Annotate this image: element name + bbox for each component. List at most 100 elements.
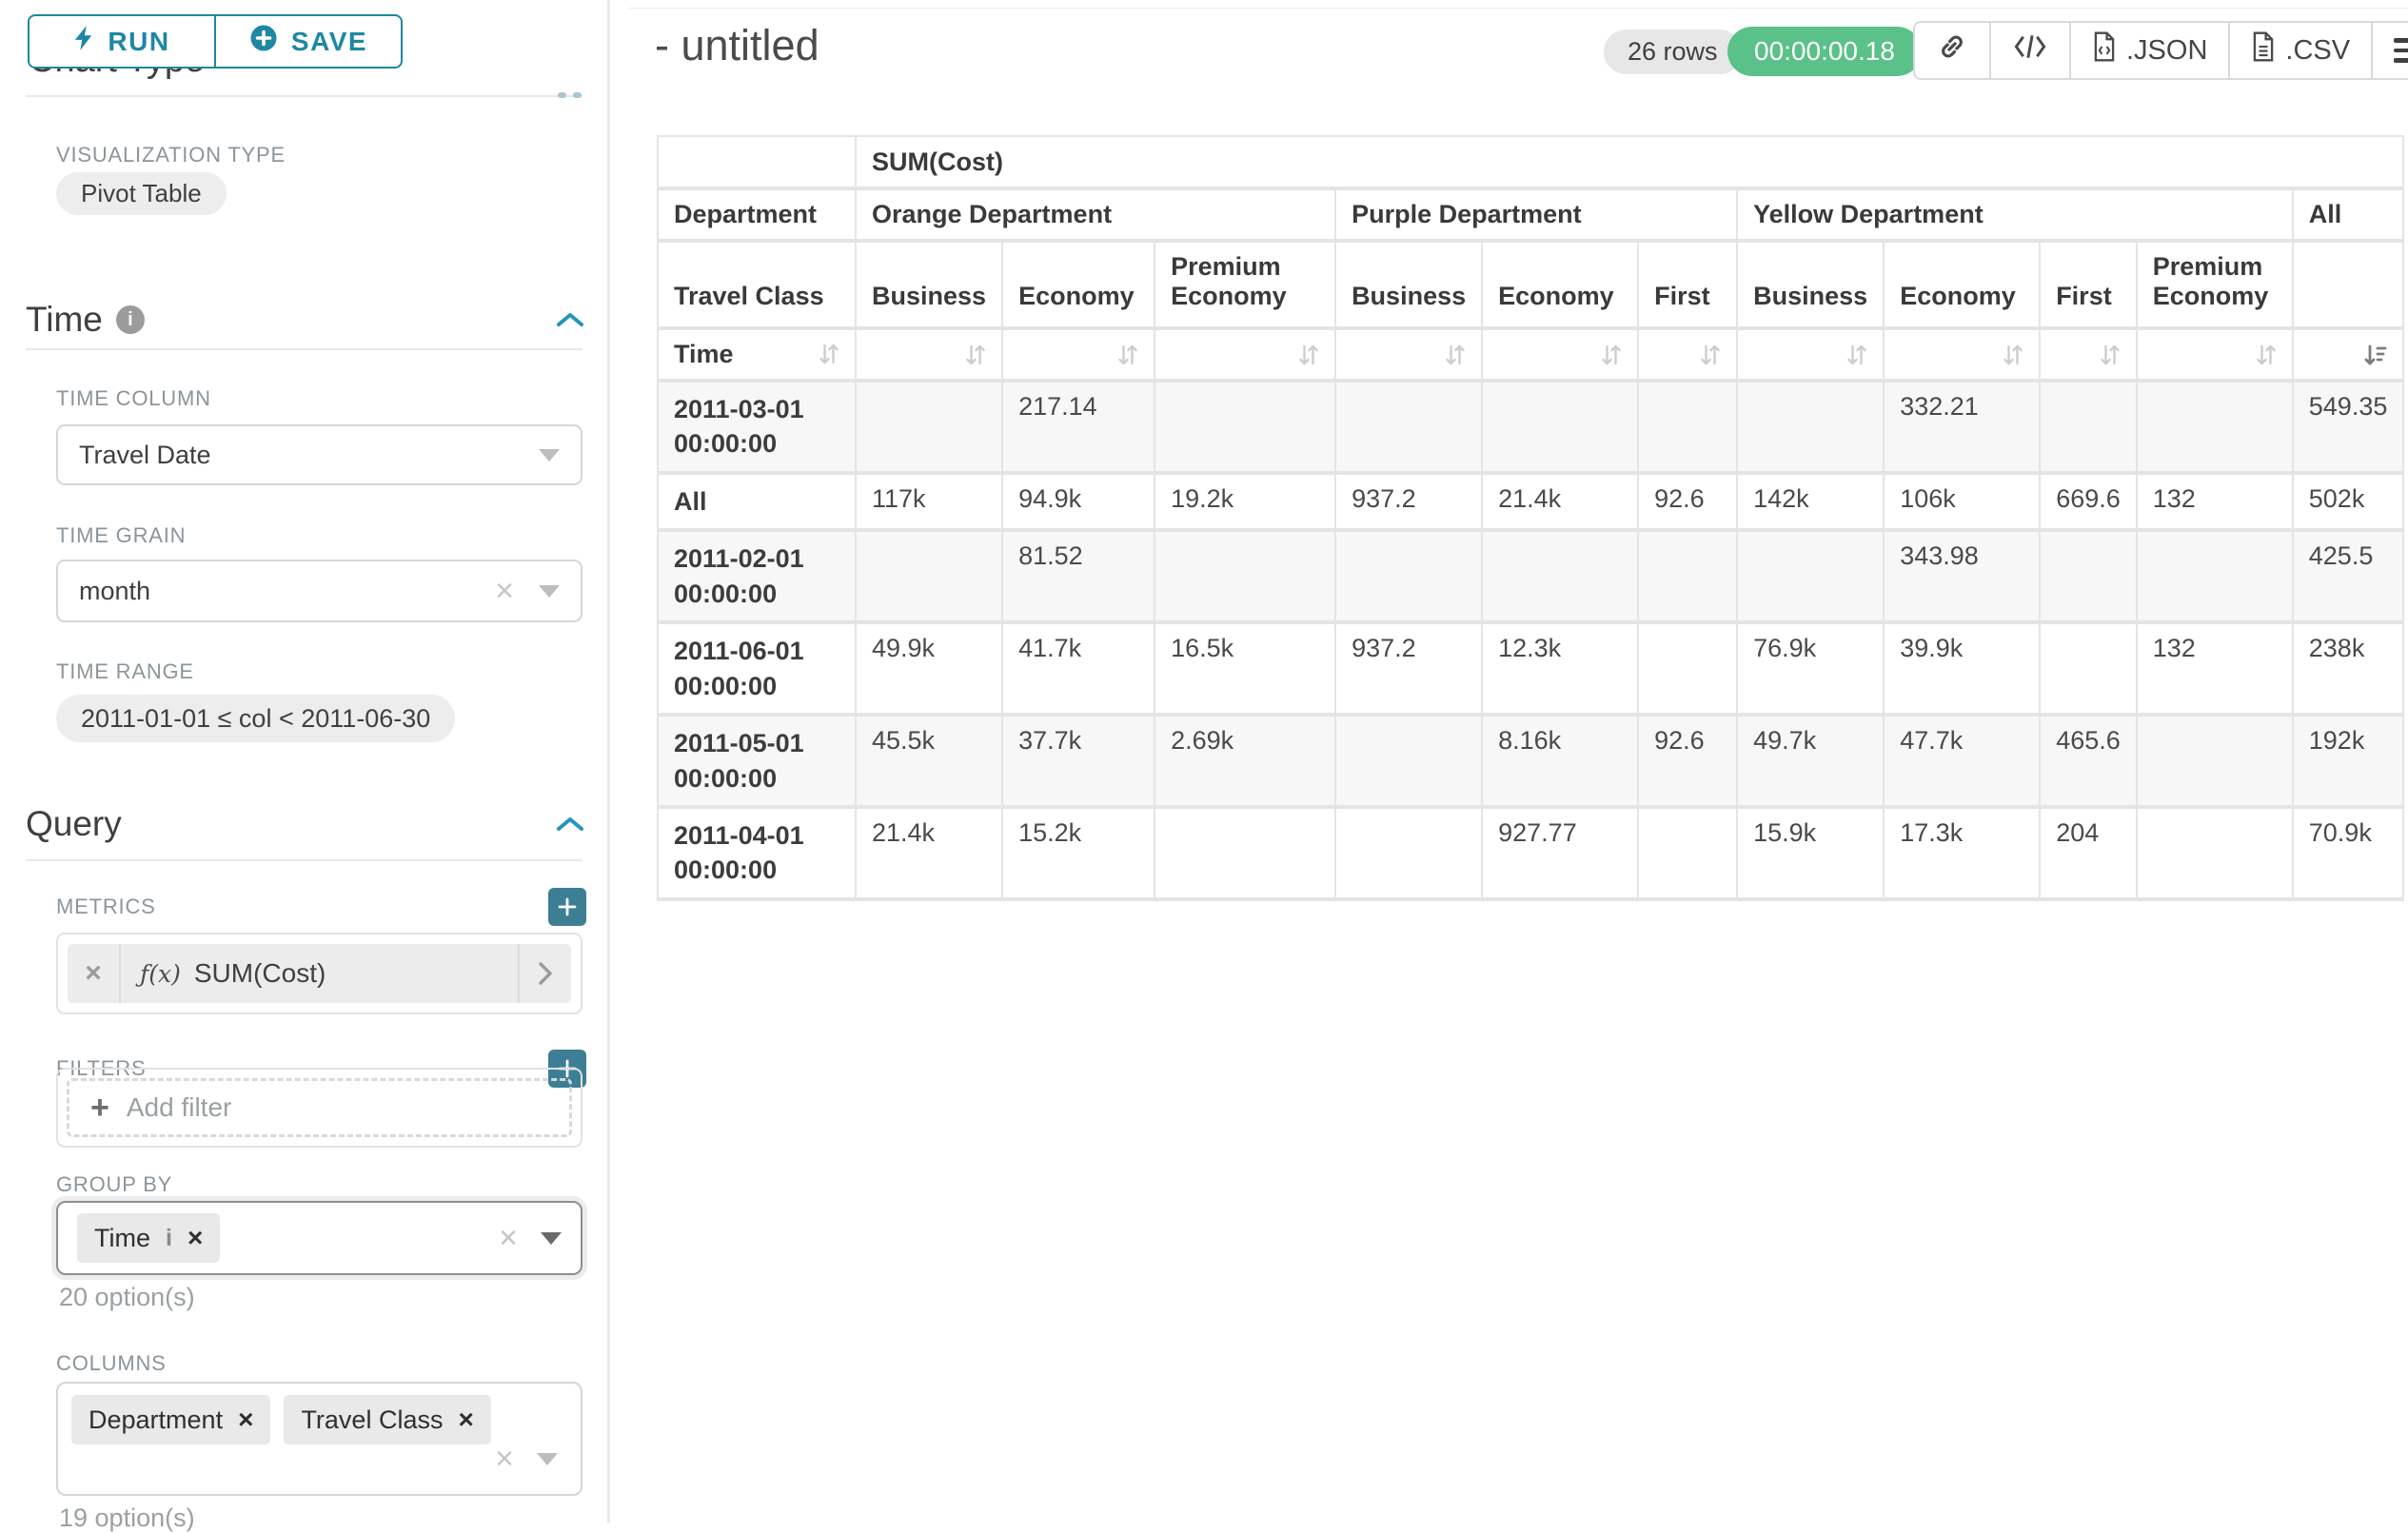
group-by-select[interactable]: Time i × × [56, 1201, 582, 1275]
pivot-class-header: Economy [1482, 241, 1638, 328]
visualization-type-value[interactable]: Pivot Table [56, 172, 227, 215]
time-column-select[interactable]: Travel Date [56, 424, 582, 485]
pivot-group-header: Yellow Department [1737, 188, 2293, 241]
pivot-value-cell: 12.3k [1482, 622, 1638, 715]
pivot-sort-header[interactable] [1737, 328, 1884, 381]
remove-chip-icon[interactable]: × [188, 1223, 203, 1253]
clear-x-icon[interactable]: × [495, 575, 514, 607]
time-grain-select[interactable]: month × [56, 560, 582, 622]
pivot-sort-header[interactable] [1335, 328, 1482, 381]
time-column-label: TIME COLUMN [56, 386, 211, 411]
clear-x-icon[interactable]: × [499, 1222, 518, 1254]
chevron-up-icon[interactable] [555, 816, 585, 837]
pivot-value-cell [1482, 381, 1638, 473]
pivot-value-cell: 502k [2293, 473, 2404, 530]
info-icon: i [166, 1225, 172, 1252]
run-save-button-group: RUN SAVE [28, 14, 403, 69]
pivot-row-label: 2011-04-01 00:00:00 [658, 807, 856, 899]
link-icon [1936, 30, 1968, 70]
remove-chip-icon[interactable]: × [238, 1405, 253, 1435]
pivot-class-header: First [2040, 241, 2137, 328]
pivot-value-cell [2137, 715, 2293, 807]
columns-select[interactable]: Department × Travel Class × × [56, 1382, 582, 1496]
time-range-value[interactable]: 2011-01-01 ≤ col < 2011-06-30 [56, 695, 455, 742]
pivot-row-label: 2011-06-01 00:00:00 [658, 622, 856, 715]
pivot-sort-header[interactable] [1155, 328, 1335, 381]
pivot-row-dim-sort-header[interactable]: Time [658, 328, 856, 381]
add-filter-placeholder: Add filter [127, 1092, 232, 1123]
pivot-value-cell: 117k [856, 473, 1002, 530]
sort-desc-icon [2363, 343, 2387, 368]
pivot-value-cell: 19.2k [1155, 473, 1335, 530]
share-link-button[interactable] [1915, 23, 1989, 78]
pivot-row-label: 2011-05-01 00:00:00 [658, 715, 856, 807]
add-metric-button[interactable] [548, 888, 586, 926]
pivot-data-row: 2011-03-01 00:00:00217.14332.21549.35 [658, 381, 2403, 473]
pivot-sort-header[interactable] [1482, 328, 1638, 381]
columns-chip-department[interactable]: Department × [71, 1395, 270, 1445]
chevron-right-icon[interactable] [518, 944, 571, 1003]
columns-option-count: 19 option(s) [59, 1504, 195, 1533]
pivot-table: SUM(Cost)DepartmentOrange DepartmentPurp… [657, 135, 2404, 901]
embed-code-button[interactable] [1989, 23, 2069, 78]
pivot-value-cell [1737, 530, 1884, 622]
pivot-value-cell [2040, 381, 2137, 473]
group-by-option-count: 20 option(s) [59, 1283, 195, 1312]
clear-x-icon[interactable]: × [495, 1443, 514, 1475]
run-button-label: RUN [108, 27, 169, 57]
pivot-value-cell: 8.16k [1482, 715, 1638, 807]
pivot-value-cell: 92.6 [1638, 473, 1737, 530]
pivot-value-cell: 132 [2137, 622, 2293, 715]
info-icon[interactable]: i [116, 305, 145, 334]
pivot-value-cell: 39.9k [1884, 622, 2040, 715]
pivot-sort-header[interactable] [1884, 328, 2040, 381]
pivot-value-cell [1638, 622, 1737, 715]
metric-chip[interactable]: × ƒ(x) SUM(Cost) [68, 944, 571, 1003]
pivot-sort-header[interactable] [1002, 328, 1155, 381]
pivot-value-cell [1155, 807, 1335, 899]
export-csv-button[interactable]: .CSV [2228, 23, 2371, 78]
remove-metric-icon[interactable]: × [68, 944, 121, 1003]
pivot-value-cell [856, 530, 1002, 622]
pivot-sort-header[interactable] [2293, 328, 2404, 381]
save-button[interactable]: SAVE [214, 16, 401, 67]
sort-arrows-icon [1846, 343, 1867, 368]
pivot-value-cell: 81.52 [1002, 530, 1155, 622]
pivot-group-header: All [2293, 188, 2404, 241]
remove-chip-icon[interactable]: × [458, 1405, 473, 1435]
caret-down-icon[interactable] [539, 585, 560, 598]
chart-panel: - untitled 26 rows 00:00:00.18 .JSON [610, 0, 2408, 1523]
time-grain-label: TIME GRAIN [56, 523, 186, 548]
sort-arrows-icon [2256, 343, 2277, 368]
pivot-value-cell: 49.7k [1737, 715, 1884, 807]
pivot-value-cell [1335, 530, 1482, 622]
pivot-value-cell: 669.6 [2040, 473, 2137, 530]
caret-down-icon[interactable] [539, 449, 560, 462]
pivot-value-cell [1638, 530, 1737, 622]
pivot-sort-header[interactable] [856, 328, 1002, 381]
menu-button[interactable] [2371, 23, 2408, 78]
pivot-value-cell [1737, 381, 1884, 473]
columns-chip-travel-class[interactable]: Travel Class × [284, 1395, 490, 1445]
pivot-group-header: Orange Department [856, 188, 1335, 241]
pivot-value-cell: 204 [2040, 807, 2137, 899]
caret-down-icon[interactable] [541, 1232, 562, 1245]
group-by-chip-time[interactable]: Time i × [77, 1213, 220, 1263]
pivot-corner-cell [658, 136, 856, 188]
chevron-up-icon[interactable] [555, 311, 585, 333]
export-csv-label: .CSV [2285, 35, 2350, 67]
export-json-label: .JSON [2126, 35, 2207, 67]
run-button[interactable]: RUN [30, 16, 214, 67]
pivot-class-header: Economy [1884, 241, 2040, 328]
pivot-value-cell: 927.77 [1482, 807, 1638, 899]
sort-arrows-icon [1117, 343, 1138, 368]
chart-type-collapse-icon[interactable] [558, 86, 588, 103]
export-json-button[interactable]: .JSON [2069, 23, 2228, 78]
pivot-value-cell: 2.69k [1155, 715, 1335, 807]
pivot-sort-header[interactable] [1638, 328, 1737, 381]
add-filter-dropzone[interactable]: + Add filter [67, 1078, 572, 1137]
pivot-value-cell: 106k [1884, 473, 2040, 530]
pivot-sort-header[interactable] [2040, 328, 2137, 381]
caret-down-icon[interactable] [537, 1453, 558, 1465]
pivot-sort-header[interactable] [2137, 328, 2293, 381]
